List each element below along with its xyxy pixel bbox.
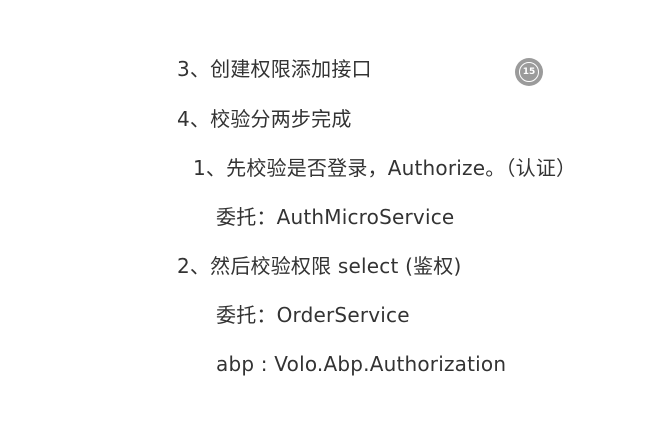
abp-package-note: abp : Volo.Abp.Authorization <box>216 352 507 376</box>
page-number-badge: 15 <box>515 58 543 86</box>
page-number: 15 <box>519 62 539 82</box>
step-4-two-step-validation: 4、校验分两步完成 <box>177 107 352 131</box>
substep-2-check-permission: 2、然后校验权限 select (鉴权) <box>177 254 462 278</box>
delegate-order-service: 委托：OrderService <box>216 303 410 327</box>
step-3-create-permission-api: 3、创建权限添加接口 <box>177 57 372 81</box>
delegate-auth-service: 委托：AuthMicroService <box>216 205 455 229</box>
substep-1-check-login: 1、先校验是否登录，Authorize。（认证） <box>193 156 577 180</box>
